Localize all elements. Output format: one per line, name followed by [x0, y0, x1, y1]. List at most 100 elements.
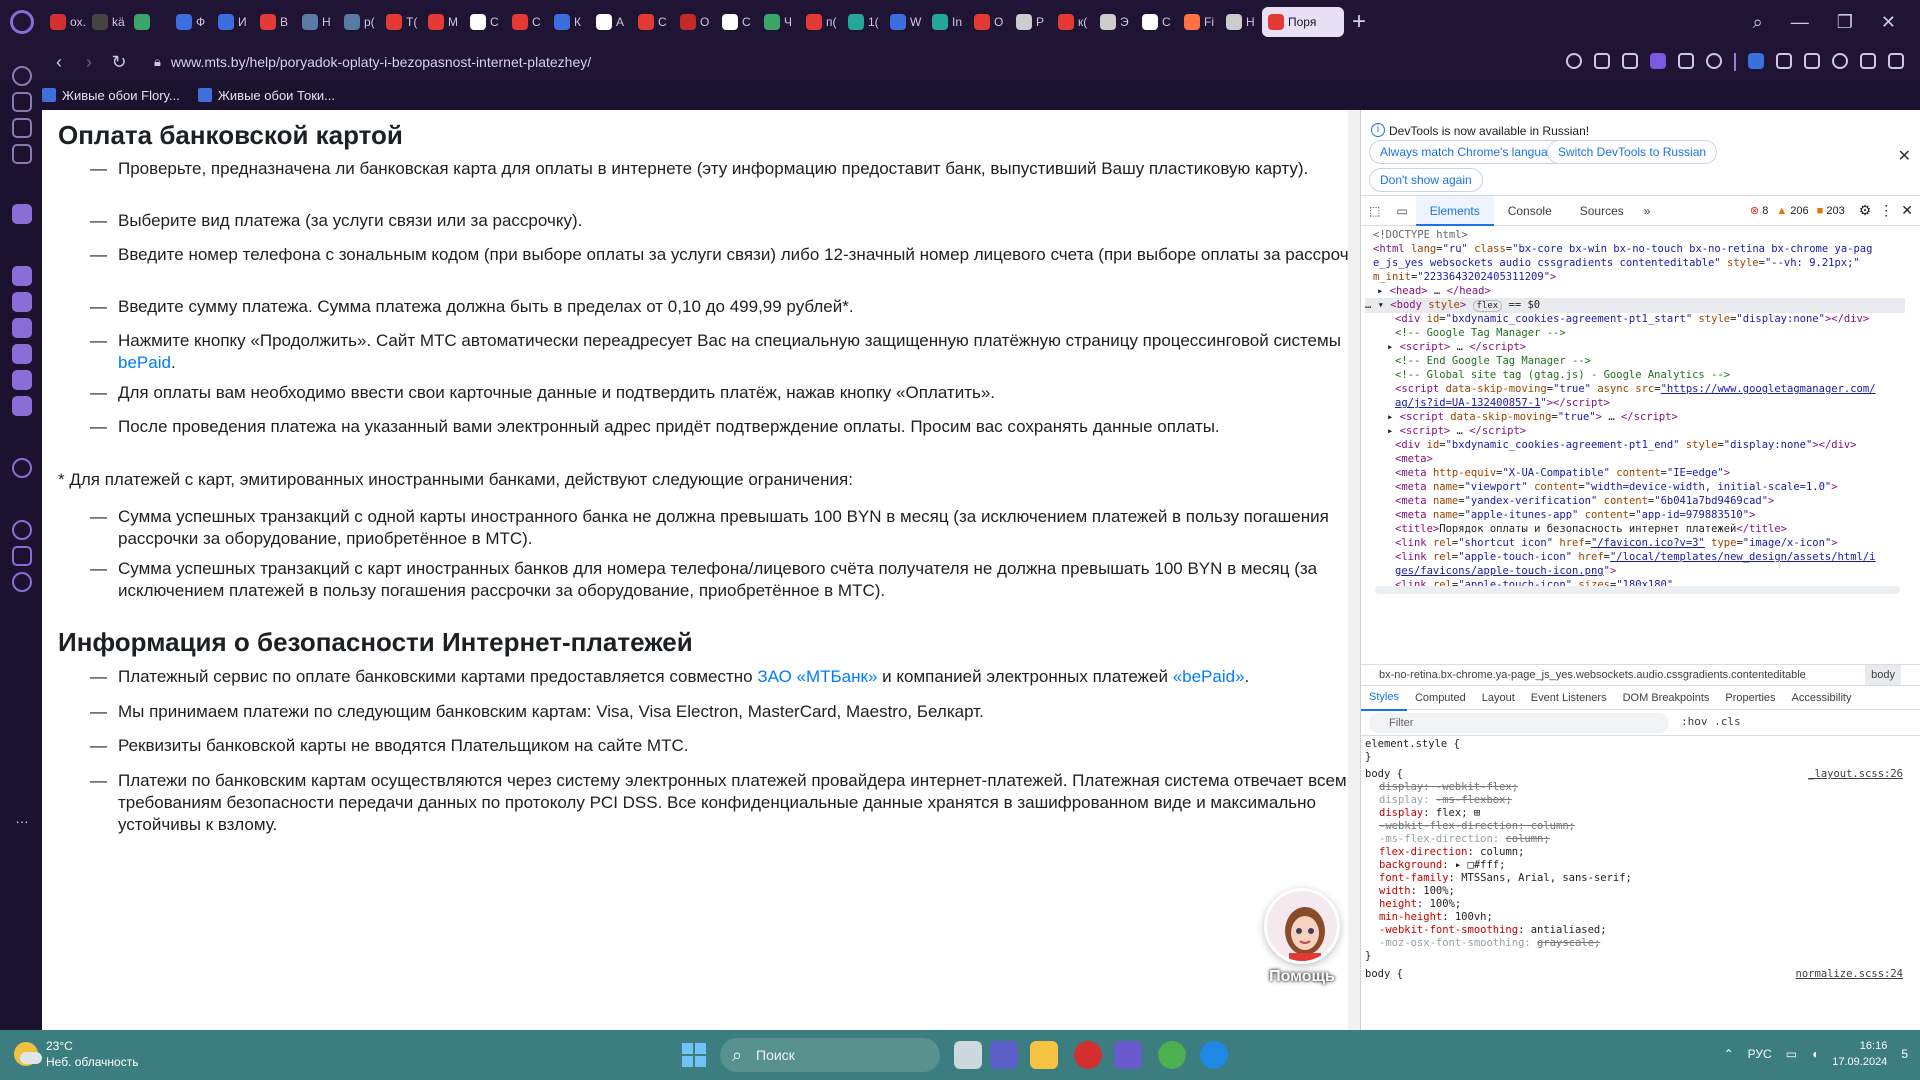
aria-icon[interactable] [12, 204, 32, 224]
lock-icon[interactable]: 🔒︎ [154, 54, 161, 70]
subtab-event-listeners[interactable]: Event Listeners [1523, 686, 1615, 710]
browser-tab[interactable]: ox. Di [44, 7, 86, 37]
more-icon[interactable]: … [12, 810, 32, 830]
opera-icon[interactable] [1074, 1041, 1102, 1069]
dom-line[interactable]: <script data-skip-moving="true" async sr… [1395, 382, 1920, 396]
network-icon[interactable]: ▭ [1786, 1047, 1797, 1061]
app-icon[interactable] [12, 370, 32, 390]
dom-breadcrumb[interactable]: bx-no-retina.bx-chrome.ya-page_js_yes.we… [1361, 664, 1920, 686]
snapshot-icon[interactable] [1622, 53, 1638, 69]
help-widget[interactable]: Помощь [1258, 888, 1342, 992]
html-node[interactable]: <html lang="ru" class="bx-core bx-win bx… [1373, 242, 1913, 256]
edit-icon[interactable] [1594, 53, 1610, 69]
task-view-icon[interactable] [954, 1041, 982, 1069]
minimize-icon[interactable]: — [1791, 12, 1809, 33]
new-tab-button[interactable]: + [1344, 8, 1374, 36]
search-tabs-icon[interactable]: ⌕ [1753, 12, 1763, 33]
elements-h-scrollbar[interactable] [1375, 586, 1900, 594]
issues-badge[interactable]: ■ 203 [1817, 205, 1845, 217]
reload-button[interactable]: ↻ [104, 47, 134, 77]
style-source-link[interactable]: normalize.scss:24 [1796, 968, 1903, 982]
discord-icon[interactable] [12, 318, 32, 338]
download-icon[interactable] [1860, 53, 1876, 69]
dom-line[interactable]: <meta name="viewport" content="width=dev… [1395, 480, 1920, 494]
page-scrollbar[interactable] [1348, 110, 1360, 1030]
extensions-icon[interactable] [1804, 53, 1820, 69]
browser-tab[interactable]: Fi [1178, 7, 1220, 37]
dom-line[interactable]: ▸ <script data-skip-moving="true"> … </s… [1387, 410, 1920, 424]
weather-widget[interactable]: 23°C Неб. облачность [14, 1038, 138, 1070]
browser-tab[interactable]: Р [1010, 7, 1052, 37]
warnings-badge[interactable]: ▲ 206 [1776, 205, 1808, 217]
language-indicator[interactable]: РУС [1748, 1047, 1772, 1061]
tab-console[interactable]: Console [1494, 196, 1566, 226]
browser-tab[interactable]: Ч [758, 7, 800, 37]
browser-tab[interactable]: И [212, 7, 254, 37]
bepaid-link[interactable]: «bePaid» [1173, 667, 1245, 686]
clock-icon[interactable] [12, 520, 32, 540]
browser-tab-active[interactable]: Поря [1262, 7, 1344, 37]
browser-tab[interactable]: 1( [842, 7, 884, 37]
devtools-settings-icon[interactable]: ⚙ [1859, 202, 1872, 219]
notification-count[interactable]: 5 [1901, 1047, 1908, 1061]
devtools-menu-icon[interactable]: ⋮ [1879, 202, 1893, 219]
subtab-properties[interactable]: Properties [1717, 686, 1783, 710]
dont-show-button[interactable]: Don't show again [1369, 168, 1483, 192]
start-button[interactable] [682, 1043, 706, 1067]
app-icon[interactable] [1200, 1041, 1228, 1069]
always-match-button[interactable]: Always match Chrome's language [1369, 140, 1573, 164]
bookmark-item[interactable]: Живые обои Flory... [42, 88, 180, 103]
back-button[interactable]: ‹ [44, 47, 74, 77]
browser-tab[interactable]: В [254, 7, 296, 37]
browser-tab[interactable]: п( [800, 7, 842, 37]
device-toolbar-icon[interactable]: ▭ [1388, 196, 1415, 226]
notes-icon[interactable] [12, 144, 32, 164]
browser-tab[interactable]: О [674, 7, 716, 37]
browser-tab[interactable]: М [422, 7, 464, 37]
bepaid-link[interactable]: bePaid [118, 353, 171, 372]
profile-icon[interactable] [1832, 53, 1848, 69]
bookmark-item[interactable]: Живые обои Токи... [197, 88, 335, 103]
messenger-icon[interactable] [12, 266, 32, 286]
shield-icon[interactable] [1776, 53, 1792, 69]
browser-tab[interactable]: In [926, 7, 968, 37]
app-icon[interactable] [12, 344, 32, 364]
more-tabs-icon[interactable]: » [1638, 196, 1657, 226]
dom-line[interactable]: <!-- End Google Tag Manager --> [1395, 354, 1920, 368]
forward-button[interactable]: › [74, 47, 104, 77]
close-banner-icon[interactable]: ✕ [1898, 146, 1911, 166]
pinboard-icon[interactable] [12, 118, 32, 138]
dom-line[interactable]: <title>Порядок оплаты и безопасность инт… [1395, 522, 1920, 536]
browser-tab[interactable]: С [506, 7, 548, 37]
dom-line[interactable]: <!-- Google Tag Manager --> [1395, 326, 1920, 340]
browser-tab[interactable]: kä [86, 7, 128, 37]
dom-line[interactable]: ▸ <script> … </script> [1387, 424, 1920, 438]
tray-chevron-icon[interactable]: ⌃ [1724, 1047, 1734, 1061]
subtab-dom-breakpoints[interactable]: DOM Breakpoints [1615, 686, 1718, 710]
dom-line[interactable]: <div id="bxdynamic_cookies-agreement-pt1… [1395, 312, 1920, 326]
head-node[interactable]: ▸ <head> … </head> [1377, 284, 1917, 298]
dom-line[interactable]: <link rel="shortcut icon" href="/favicon… [1395, 536, 1920, 550]
browser-tab[interactable]: Т( [380, 7, 422, 37]
dom-line[interactable]: <meta> [1395, 452, 1920, 466]
dom-line[interactable]: <meta http-equiv="X-UA-Compatible" conte… [1395, 466, 1920, 480]
dom-line[interactable]: <!-- Global site tag (gtag.js) - Google … [1395, 368, 1920, 382]
maximize-icon[interactable]: ❐ [1837, 12, 1853, 33]
browser-tab[interactable]: К [548, 7, 590, 37]
emoji-icon[interactable] [1566, 53, 1582, 69]
browser-tab[interactable] [128, 7, 170, 37]
vpn-icon[interactable] [1650, 53, 1666, 69]
dom-line[interactable]: <link rel="apple-touch-icon" href="/loca… [1395, 550, 1920, 564]
player-icon[interactable] [1678, 53, 1694, 69]
errors-badge[interactable]: ⊗ 8 [1750, 204, 1768, 217]
browser-tab[interactable]: О [968, 7, 1010, 37]
clock[interactable]: 16:16 17.09.2024 [1832, 1038, 1887, 1070]
teams-icon[interactable] [990, 1041, 1018, 1069]
inspect-icon[interactable]: ⬚ [1361, 196, 1388, 226]
opera-menu-icon[interactable] [0, 0, 44, 44]
browser-tab[interactable]: С [716, 7, 758, 37]
dom-line[interactable]: <div id="bxdynamic_cookies-agreement-pt1… [1395, 438, 1920, 452]
subtab-styles[interactable]: Styles [1361, 685, 1407, 711]
taskbar-search[interactable]: Поиск [720, 1038, 940, 1072]
browser-tab[interactable]: Ф [170, 7, 212, 37]
